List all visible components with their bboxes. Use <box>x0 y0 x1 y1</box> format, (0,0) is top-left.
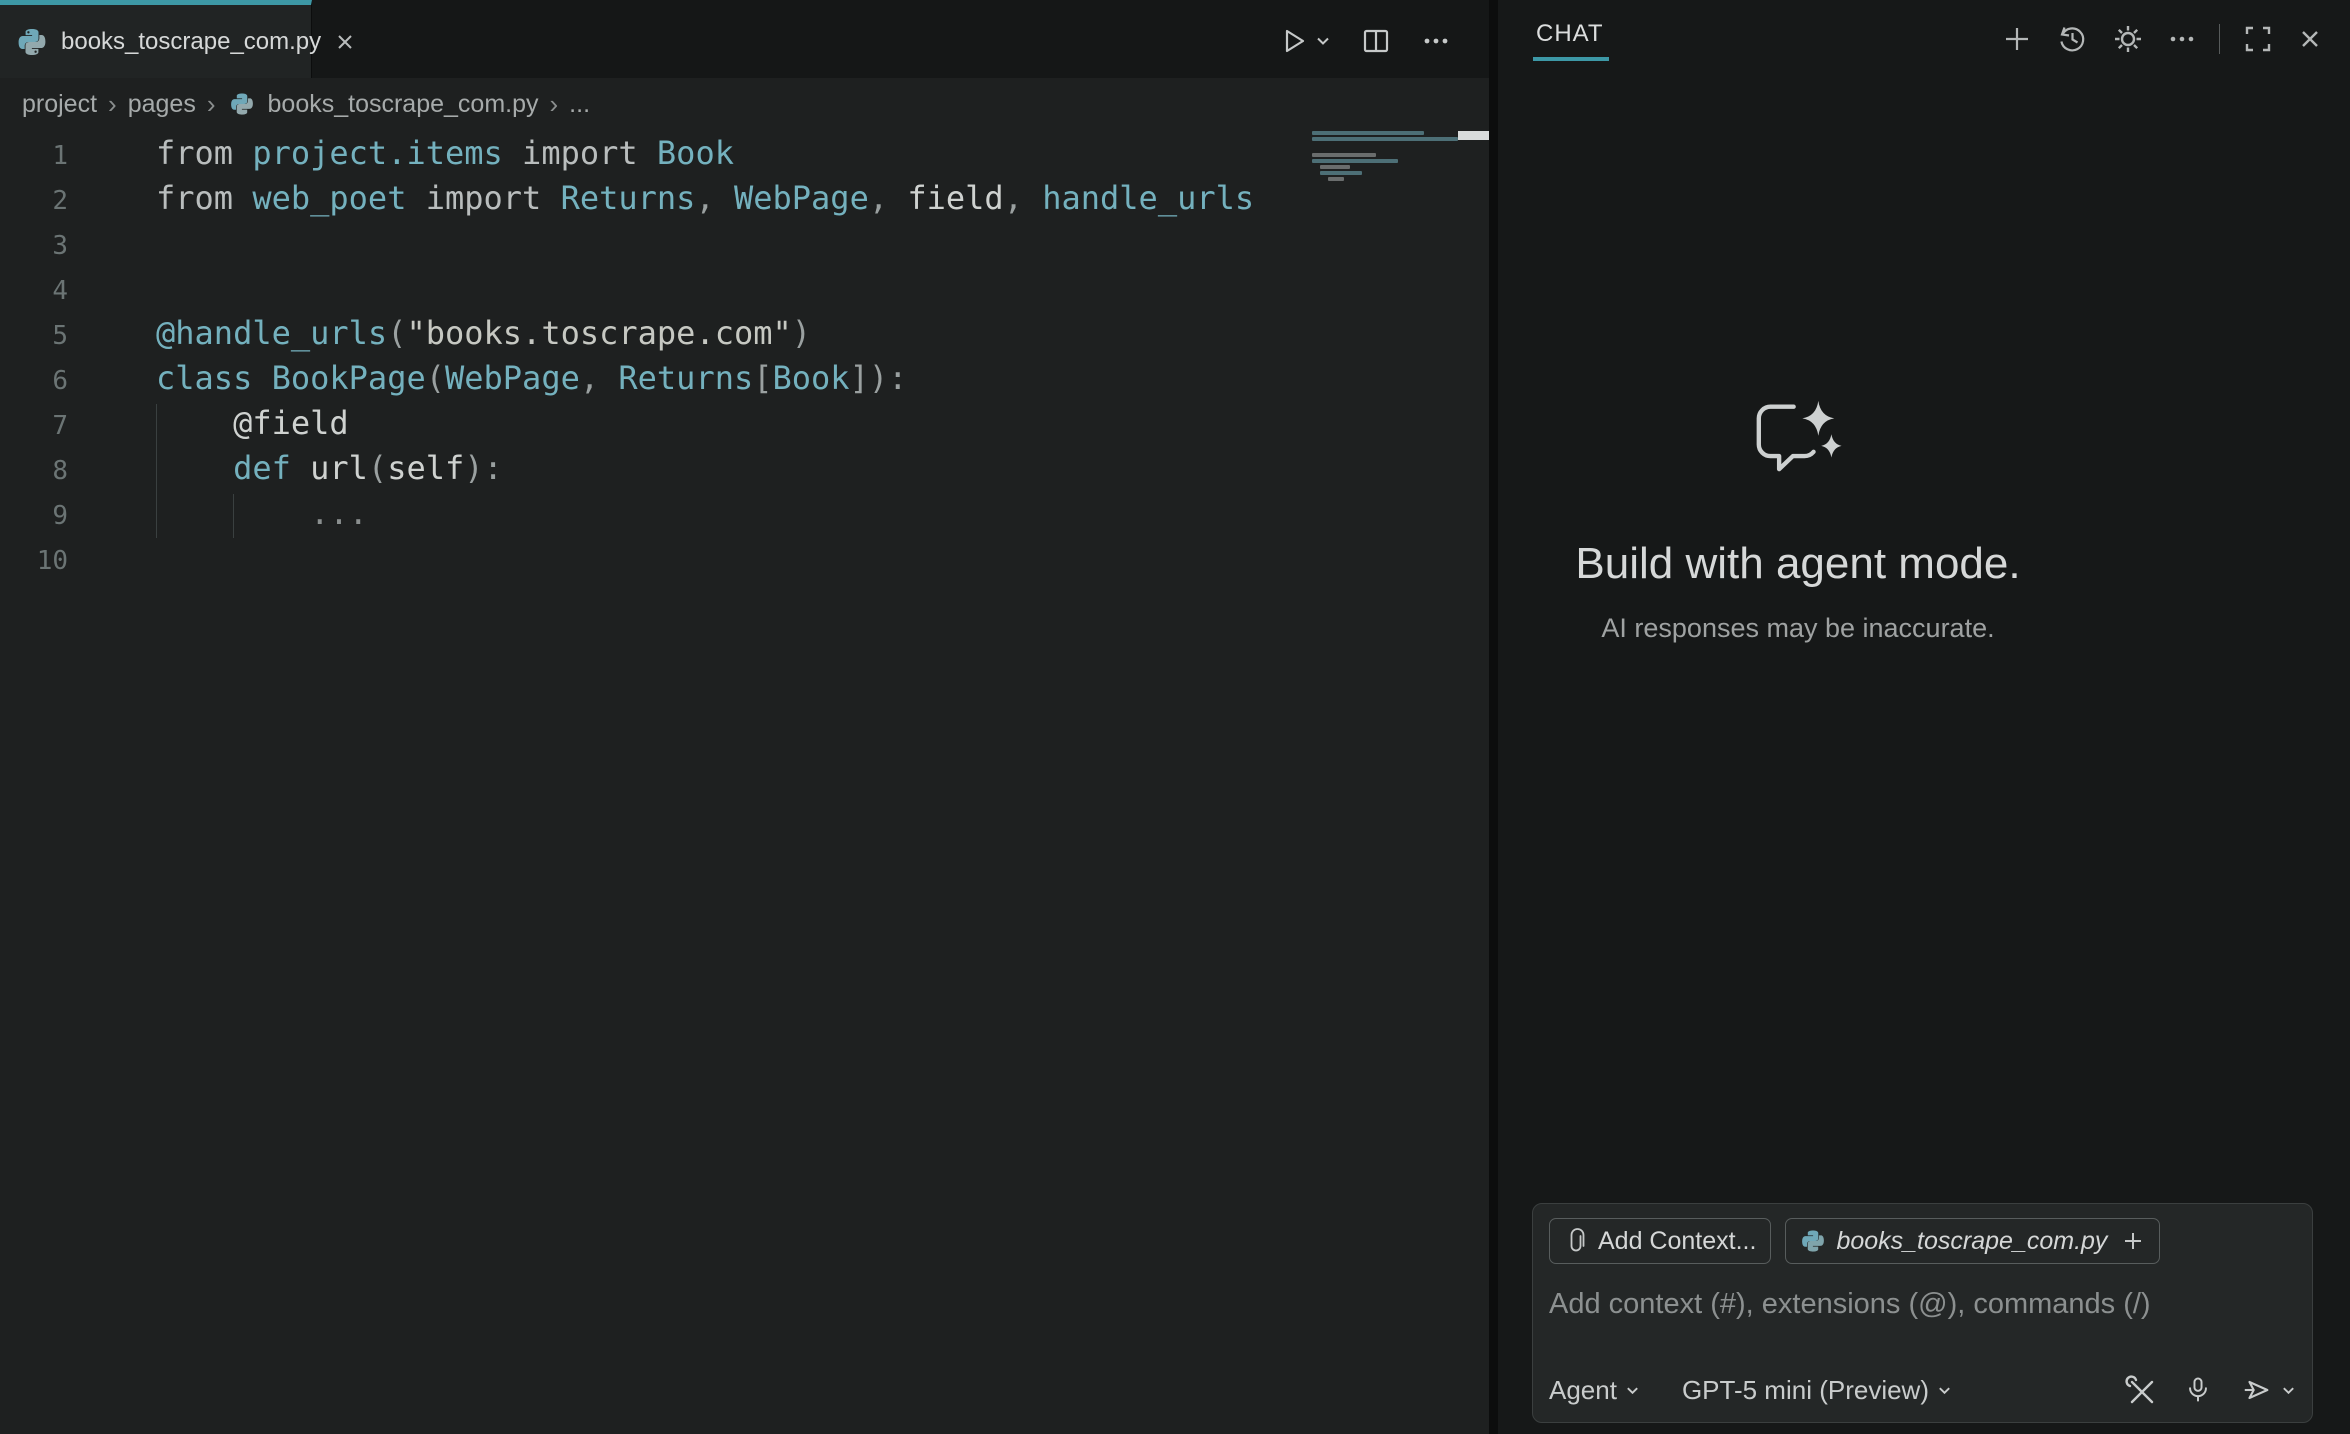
chat-panel: CHAT <box>1498 0 2350 1434</box>
line-number[interactable]: 10 <box>0 539 68 584</box>
line-text[interactable]: @handle_urls("books.toscrape.com") <box>156 314 811 352</box>
python-icon <box>229 91 255 117</box>
settings-gear-icon[interactable] <box>2111 22 2145 56</box>
line-text[interactable]: def url(self): <box>156 449 503 487</box>
context-file-name: books_toscrape_com.py <box>1836 1227 2107 1256</box>
code-line[interactable]: 8 def url(self): <box>0 446 1280 491</box>
minimap-slider[interactable] <box>1458 131 1489 140</box>
breadcrumb-item-project[interactable]: project <box>22 90 97 119</box>
new-chat-icon[interactable] <box>2001 23 2033 55</box>
add-file-plus-icon[interactable] <box>2121 1229 2145 1253</box>
code-line[interactable]: 9 ... <box>0 491 1280 536</box>
breadcrumb-separator-icon: › <box>207 89 216 120</box>
code-line[interactable]: 5 @handle_urls("books.toscrape.com") <box>0 311 1280 356</box>
tab-books-toscrape[interactable]: books_toscrape_com.py <box>0 0 312 78</box>
send-dropdown-chevron-icon[interactable] <box>2281 1383 2296 1398</box>
model-label: GPT-5 mini (Preview) <box>1682 1375 1929 1406</box>
editor-toolbar <box>1279 5 1451 77</box>
maximize-panel-icon[interactable] <box>2242 23 2274 55</box>
chat-input-placeholder[interactable]: Add context (#), extensions (@), command… <box>1549 1288 2296 1321</box>
agent-mode-picker[interactable]: Agent <box>1549 1375 1640 1406</box>
code-line[interactable]: 6 class BookPage(WebPage, Returns[Book]): <box>0 356 1280 401</box>
code-line[interactable]: 2 from web_poet import Returns, WebPage, … <box>0 176 1280 221</box>
line-number[interactable]: 5 <box>0 314 68 359</box>
send-button-icon[interactable] <box>2241 1374 2273 1406</box>
line-text[interactable]: ... <box>156 494 368 532</box>
chat-more-actions-icon[interactable] <box>2167 24 2197 54</box>
run-dropdown-chevron-icon[interactable] <box>1315 33 1331 49</box>
line-number[interactable]: 2 <box>0 179 68 224</box>
chat-empty-state: Build with agent mode. AI responses may … <box>1498 398 2098 644</box>
line-text[interactable]: from web_poet import Returns, WebPage, f… <box>156 179 1254 217</box>
microphone-icon[interactable] <box>2183 1375 2213 1405</box>
line-number[interactable]: 6 <box>0 359 68 404</box>
chat-history-icon[interactable] <box>2055 22 2089 56</box>
model-picker[interactable]: GPT-5 mini (Preview) <box>1682 1375 1952 1406</box>
add-context-label: Add Context... <box>1598 1227 1756 1256</box>
code-line[interactable]: 4 <box>0 266 1280 311</box>
indent-guide <box>233 494 234 538</box>
add-context-button[interactable]: Add Context... <box>1549 1218 1771 1264</box>
run-button[interactable] <box>1279 26 1331 56</box>
breadcrumb-overflow[interactable]: ... <box>569 90 590 119</box>
context-chips-row: Add Context... books_toscrape_com.py <box>1549 1218 2296 1264</box>
line-text[interactable]: class BookPage(WebPage, Returns[Book]): <box>156 359 907 397</box>
code-line[interactable]: 1 from project.items import Book <box>0 131 1280 176</box>
minimap[interactable] <box>1312 131 1462 191</box>
chat-actions <box>2001 19 2324 59</box>
python-icon <box>1800 1228 1826 1254</box>
paperclip-icon <box>1564 1228 1588 1254</box>
editor-tab-bar: books_toscrape_com.py <box>0 0 1489 78</box>
editor-pane: books_toscrape_com.py <box>0 0 1489 1434</box>
line-number[interactable]: 8 <box>0 449 68 494</box>
line-number[interactable]: 1 <box>0 134 68 179</box>
chat-input-box[interactable]: Add Context... books_toscrape_com.py Add… <box>1532 1203 2313 1423</box>
line-number[interactable]: 7 <box>0 404 68 449</box>
line-number[interactable]: 3 <box>0 224 68 269</box>
context-file-chip[interactable]: books_toscrape_com.py <box>1785 1218 2160 1264</box>
python-icon <box>16 26 48 58</box>
split-editor-icon[interactable] <box>1361 26 1391 56</box>
chat-title-underline <box>1533 57 1609 61</box>
line-number[interactable]: 9 <box>0 494 68 539</box>
chat-input-controls: Agent GPT-5 mini (Preview) <box>1549 1374 2296 1406</box>
breadcrumb: project › pages › books_toscrape_com.py … <box>0 78 1489 130</box>
empty-state-title: Build with agent mode. <box>1498 539 2098 589</box>
code-lines[interactable]: 1 from project.items import Book 2 from web… <box>0 131 1280 581</box>
breadcrumb-item-pages[interactable]: pages <box>128 90 196 119</box>
copilot-chat-sparkle-icon <box>1750 398 1846 488</box>
breadcrumb-separator-icon: › <box>550 89 559 120</box>
empty-state-subtitle: AI responses may be inaccurate. <box>1498 613 2098 644</box>
editor-more-actions-icon[interactable] <box>1421 26 1451 56</box>
indent-guide <box>156 404 157 538</box>
close-panel-icon[interactable] <box>2296 25 2324 53</box>
configure-tools-icon[interactable] <box>2125 1375 2155 1405</box>
code-line[interactable]: 7 @field <box>0 401 1280 446</box>
toolbar-divider <box>2219 24 2220 54</box>
code-line[interactable]: 10 <box>0 536 1280 581</box>
tab-close-icon[interactable] <box>334 31 356 53</box>
breadcrumb-item-file[interactable]: books_toscrape_com.py <box>268 90 539 119</box>
breadcrumb-separator-icon: › <box>108 89 117 120</box>
line-text[interactable]: @field <box>156 404 349 442</box>
tab-title[interactable]: books_toscrape_com.py <box>61 28 321 56</box>
line-text[interactable]: from project.items import Book <box>156 134 734 172</box>
line-number[interactable]: 4 <box>0 269 68 314</box>
chat-panel-title[interactable]: CHAT <box>1536 20 1604 48</box>
code-line[interactable]: 3 <box>0 221 1280 266</box>
agent-mode-label: Agent <box>1549 1375 1617 1406</box>
